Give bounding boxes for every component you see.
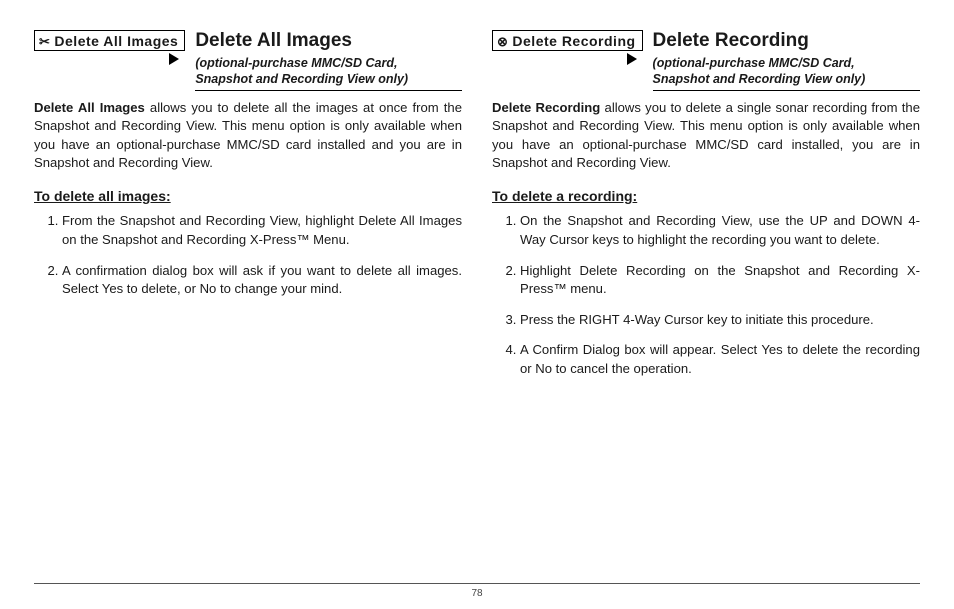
intro-paragraph: Delete All Images allows you to delete a… — [34, 99, 462, 173]
step-item: From the Snapshot and Recording View, hi… — [62, 212, 462, 249]
howto-heading: To delete a recording: — [492, 187, 920, 206]
section-header: ✂ Delete All Images Delete All Images (o… — [34, 28, 462, 91]
subtitle-line: Snapshot and Recording View only) — [195, 72, 408, 86]
menu-item-box: ✂ Delete All Images — [34, 30, 185, 51]
howto-heading: To delete all images: — [34, 187, 462, 206]
step-item: A Confirm Dialog box will appear. Select… — [520, 341, 920, 378]
delete-images-icon: ✂ — [39, 35, 50, 48]
intro-bold: Delete Recording — [492, 100, 600, 115]
step-item: On the Snapshot and Recording View, use … — [520, 212, 920, 249]
menu-item-label: Delete All Images — [54, 32, 178, 50]
step-item: Press the RIGHT 4-Way Cursor key to init… — [520, 311, 920, 330]
subtitle-line: (optional-purchase MMC/SD Card, — [653, 56, 855, 70]
steps-list-right: On the Snapshot and Recording View, use … — [492, 212, 920, 378]
intro-paragraph: Delete Recording allows you to delete a … — [492, 99, 920, 173]
page-footer: 78 — [34, 583, 920, 599]
section-title: Delete Recording — [653, 28, 920, 54]
menu-preview: ✂ Delete All Images — [34, 28, 185, 65]
right-arrow-icon — [627, 53, 637, 65]
delete-recording-icon: ⊗ — [497, 35, 508, 48]
right-arrow-icon — [169, 53, 179, 65]
subtitle-line: Snapshot and Recording View only) — [653, 72, 866, 86]
menu-item-label: Delete Recording — [512, 32, 635, 50]
intro-bold: Delete All Images — [34, 100, 145, 115]
title-block: Delete All Images (optional-purchase MMC… — [195, 28, 462, 91]
steps-list-left: From the Snapshot and Recording View, hi… — [34, 212, 462, 298]
manual-page: ✂ Delete All Images Delete All Images (o… — [0, 0, 954, 609]
menu-item-box: ⊗ Delete Recording — [492, 30, 643, 51]
subtitle-line: (optional-purchase MMC/SD Card, — [195, 56, 397, 70]
menu-preview: ⊗ Delete Recording — [492, 28, 643, 65]
section-subtitle: (optional-purchase MMC/SD Card, Snapshot… — [653, 55, 920, 91]
title-block: Delete Recording (optional-purchase MMC/… — [653, 28, 920, 91]
section-header: ⊗ Delete Recording Delete Recording (opt… — [492, 28, 920, 91]
step-item: Highlight Delete Recording on the Snapsh… — [520, 262, 920, 299]
page-number: 78 — [471, 588, 482, 599]
left-column: ✂ Delete All Images Delete All Images (o… — [34, 28, 462, 577]
section-title: Delete All Images — [195, 28, 462, 54]
step-item: A confirmation dialog box will ask if yo… — [62, 262, 462, 299]
right-column: ⊗ Delete Recording Delete Recording (opt… — [492, 28, 920, 577]
section-subtitle: (optional-purchase MMC/SD Card, Snapshot… — [195, 55, 462, 91]
content-columns: ✂ Delete All Images Delete All Images (o… — [34, 28, 920, 577]
